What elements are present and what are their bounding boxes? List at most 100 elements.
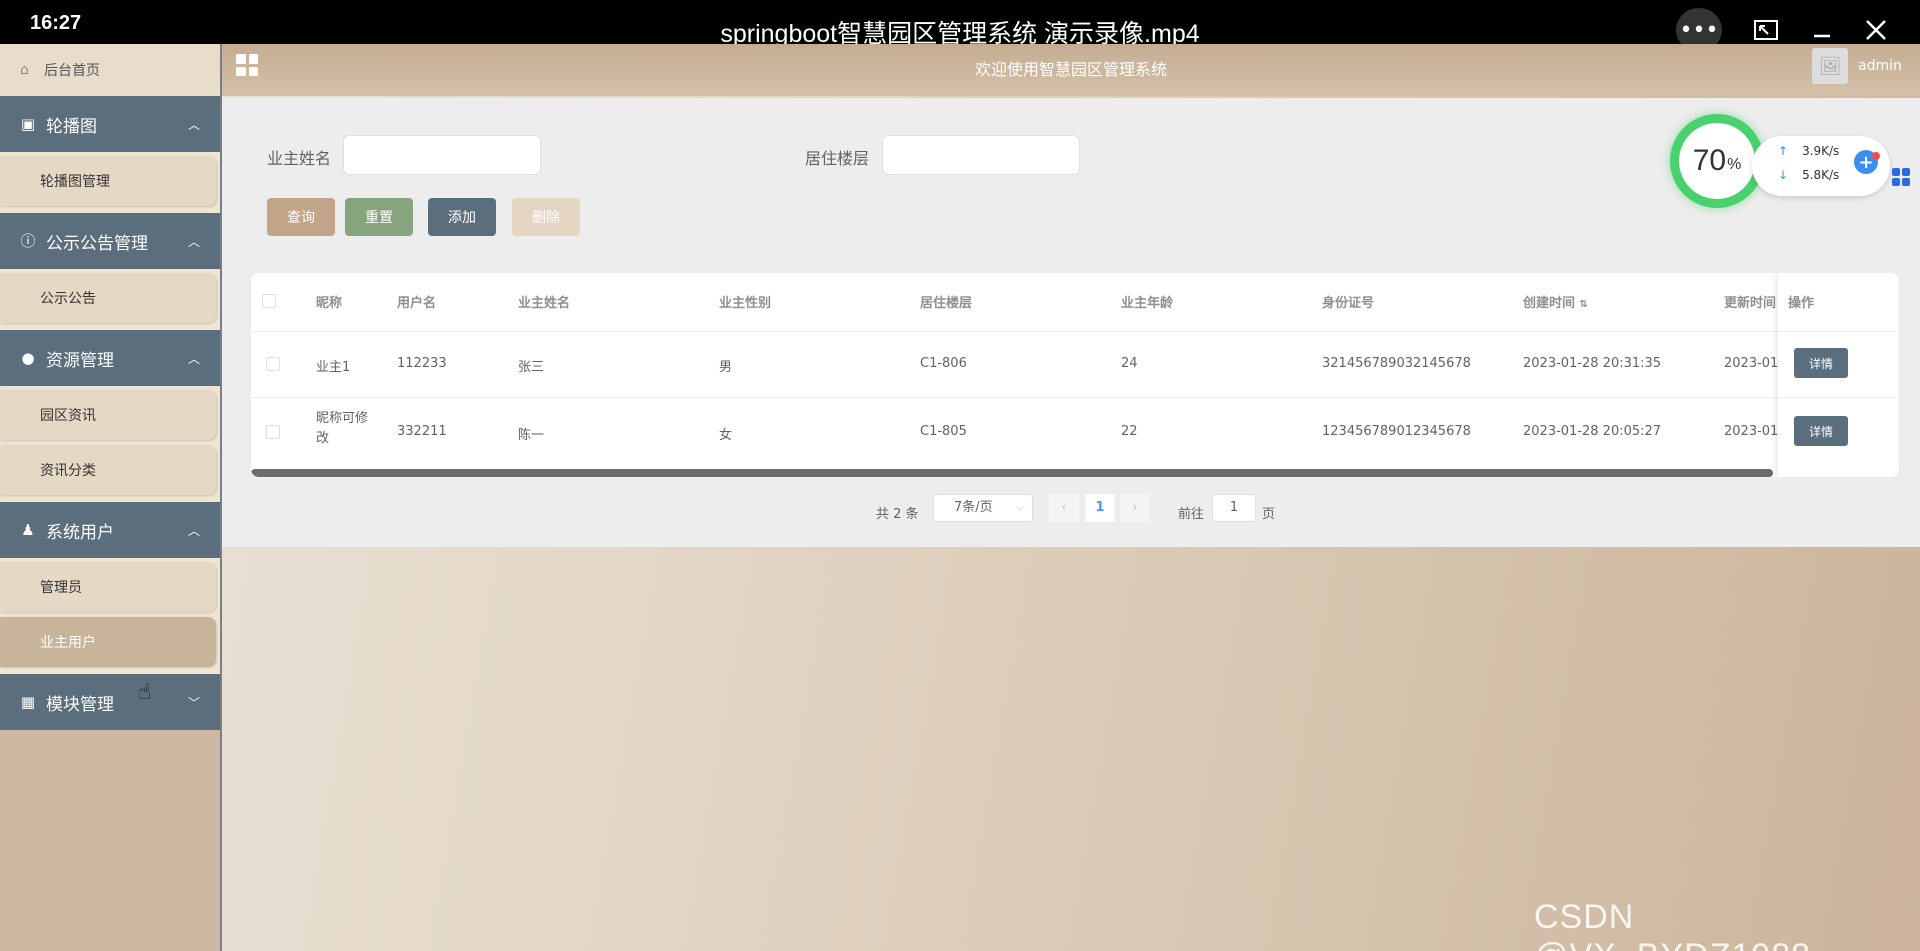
arrow-down-icon: ↓: [1778, 168, 1789, 182]
prev-page-button[interactable]: ‹: [1049, 494, 1079, 522]
column-header: 身份证号: [1322, 296, 1375, 311]
detail-button[interactable]: 详情: [1794, 348, 1848, 378]
sidebar-group-notice[interactable]: ⓘ 公示公告管理 ︿: [0, 213, 220, 269]
notification-dot: [1872, 152, 1880, 160]
building-label: 居住楼层: [805, 149, 870, 168]
cell-updated: 2023-01-: [1724, 356, 1784, 371]
row-checkbox[interactable]: [266, 425, 280, 439]
cell-nickname: 昵称可修改: [316, 411, 369, 446]
horizontal-scrollbar[interactable]: [251, 469, 1773, 477]
column-header: 居住楼层: [920, 296, 973, 311]
mouse-cursor-icon: ☝: [138, 680, 152, 705]
chevron-up-icon: ︿: [187, 118, 200, 132]
column-header: 更新时间: [1724, 296, 1777, 311]
owner-name-label: 业主姓名: [267, 149, 332, 168]
upload-speed: ↑ 3.9K/s: [1778, 144, 1839, 158]
download-speed: ↓ 5.8K/s: [1778, 168, 1839, 182]
top-header: 欢迎使用智慧园区管理系统 🖼 admin: [222, 44, 1920, 96]
cell-age: 24: [1121, 356, 1138, 371]
sidebar-item-notice[interactable]: 公示公告: [0, 273, 216, 323]
watermark: CSDN @VX_BYDZ1988: [1534, 898, 1810, 951]
grid-icon: ▦: [20, 693, 36, 711]
chevron-down-icon: ⌵: [1016, 502, 1024, 513]
cell-age: 22: [1121, 424, 1138, 439]
divider: [251, 331, 1899, 332]
apps-grid-icon[interactable]: [1892, 168, 1910, 186]
sidebar-item-admin[interactable]: 管理员: [0, 562, 216, 612]
upload-speed-value: 3.9K/s: [1802, 144, 1840, 158]
sidebar-group-label: 模块管理: [46, 694, 114, 715]
column-header: 昵称: [316, 296, 343, 311]
cell-name: 陈一: [518, 428, 545, 443]
sidebar-group-resource[interactable]: ● 资源管理 ︿: [0, 330, 220, 386]
detail-button[interactable]: 详情: [1794, 416, 1848, 446]
owner-name-input[interactable]: [343, 135, 541, 175]
cell-gender: 男: [719, 360, 733, 375]
divider: [1778, 397, 1899, 398]
video-player-bar: 16:27 springboot智慧园区管理系统 演示录像.mp4 •••: [0, 0, 1920, 52]
owner-table: 昵称 用户名 业主姓名 业主性别 居住楼层 业主年龄 身份证号 创建时间 ⇅ 更…: [251, 273, 1899, 477]
sidebar-item-owner-users[interactable]: 业主用户: [0, 617, 216, 667]
app-area: ⌂ 后台首页 ▣ 轮播图 ︿ 轮播图管理 ⓘ 公示公告管理 ︿ 公示公告 ● 资…: [0, 44, 1920, 951]
cell-username: 112233: [397, 356, 447, 371]
image-icon: ▣: [20, 115, 36, 133]
column-header: 业主姓名: [518, 296, 571, 311]
column-header: 业主年龄: [1121, 296, 1174, 311]
sidebar-group-modules[interactable]: ▦ 模块管理 ﹀: [0, 674, 220, 730]
row-checkbox[interactable]: [266, 357, 280, 371]
page-size-value: 7条/页: [954, 500, 993, 515]
cell-created: 2023-01-28 20:31:35: [1523, 356, 1662, 371]
column-header: 操作: [1788, 296, 1815, 311]
chevron-down-icon: ﹀: [187, 696, 200, 710]
cell-username: 332211: [397, 424, 447, 439]
sort-icon[interactable]: ⇅: [1580, 299, 1588, 310]
delete-button[interactable]: 删除: [512, 198, 580, 236]
column-header-label: 创建时间: [1523, 296, 1576, 311]
cell-id-number: 123456789012345678: [1322, 424, 1471, 439]
sidebar-item-label: 后台首页: [44, 63, 100, 79]
sidebar-group-carousel[interactable]: ▣ 轮播图 ︿: [0, 96, 220, 152]
percent-sign: %: [1727, 156, 1742, 173]
sidebar-item-home[interactable]: ⌂ 后台首页: [0, 44, 220, 96]
usage-percent: 70: [1692, 144, 1727, 177]
page-size-select[interactable]: 7条/页 ⌵: [933, 494, 1033, 522]
info-icon: ⓘ: [20, 232, 36, 250]
cell-gender: 女: [719, 428, 733, 443]
goto-page-input[interactable]: 1: [1212, 494, 1256, 522]
sidebar-group-label: 轮播图: [46, 116, 97, 137]
header-title: 欢迎使用智慧园区管理系统: [974, 60, 1167, 79]
user-icon: ♟: [21, 521, 35, 539]
page-number[interactable]: 1: [1085, 494, 1115, 522]
sidebar-group-system-users[interactable]: ♟ 系统用户 ︿: [0, 502, 220, 558]
pagination-total: 共 2 条: [876, 507, 919, 522]
column-header: 用户名: [397, 296, 437, 311]
home-icon: ⌂: [20, 62, 29, 78]
sidebar-group-label: 资源管理: [46, 350, 114, 371]
sidebar-item-news-category[interactable]: 资讯分类: [0, 445, 216, 495]
cell-updated: 2023-01-: [1724, 424, 1784, 439]
cell-floor: C1-806: [920, 356, 967, 371]
lightbulb-icon: ●: [21, 349, 35, 367]
username-label[interactable]: admin: [1858, 58, 1902, 74]
cell-floor: C1-805: [920, 424, 967, 439]
cell-id-number: 321456789032145678: [1322, 356, 1471, 371]
building-input[interactable]: [882, 135, 1080, 175]
chevron-up-icon: ︿: [187, 524, 200, 538]
chevron-up-icon: ︿: [187, 352, 200, 366]
goto-suffix: 页: [1262, 507, 1276, 522]
cell-name: 张三: [518, 360, 545, 375]
query-button[interactable]: 查询: [267, 198, 335, 236]
sidebar-item-carousel-manage[interactable]: 轮播图管理: [0, 156, 216, 206]
column-header-sortable[interactable]: 创建时间 ⇅: [1523, 292, 1588, 311]
select-all-checkbox[interactable]: [262, 294, 276, 308]
divider: [251, 397, 1899, 398]
arrow-up-icon: ↑: [1778, 144, 1789, 158]
sidebar-item-park-news[interactable]: 园区资讯: [0, 390, 216, 440]
next-page-button[interactable]: ›: [1120, 494, 1150, 522]
download-speed-value: 5.8K/s: [1802, 168, 1840, 182]
avatar[interactable]: 🖼: [1812, 48, 1848, 84]
add-button[interactable]: 添加: [428, 198, 496, 236]
reset-button[interactable]: 重置: [345, 198, 413, 236]
content-panel: 业主姓名 居住楼层 查询 重置 添加 删除 昵称 用户名 业主姓名 业主性别 居…: [222, 98, 1920, 547]
goto-label: 前往: [1178, 507, 1205, 522]
